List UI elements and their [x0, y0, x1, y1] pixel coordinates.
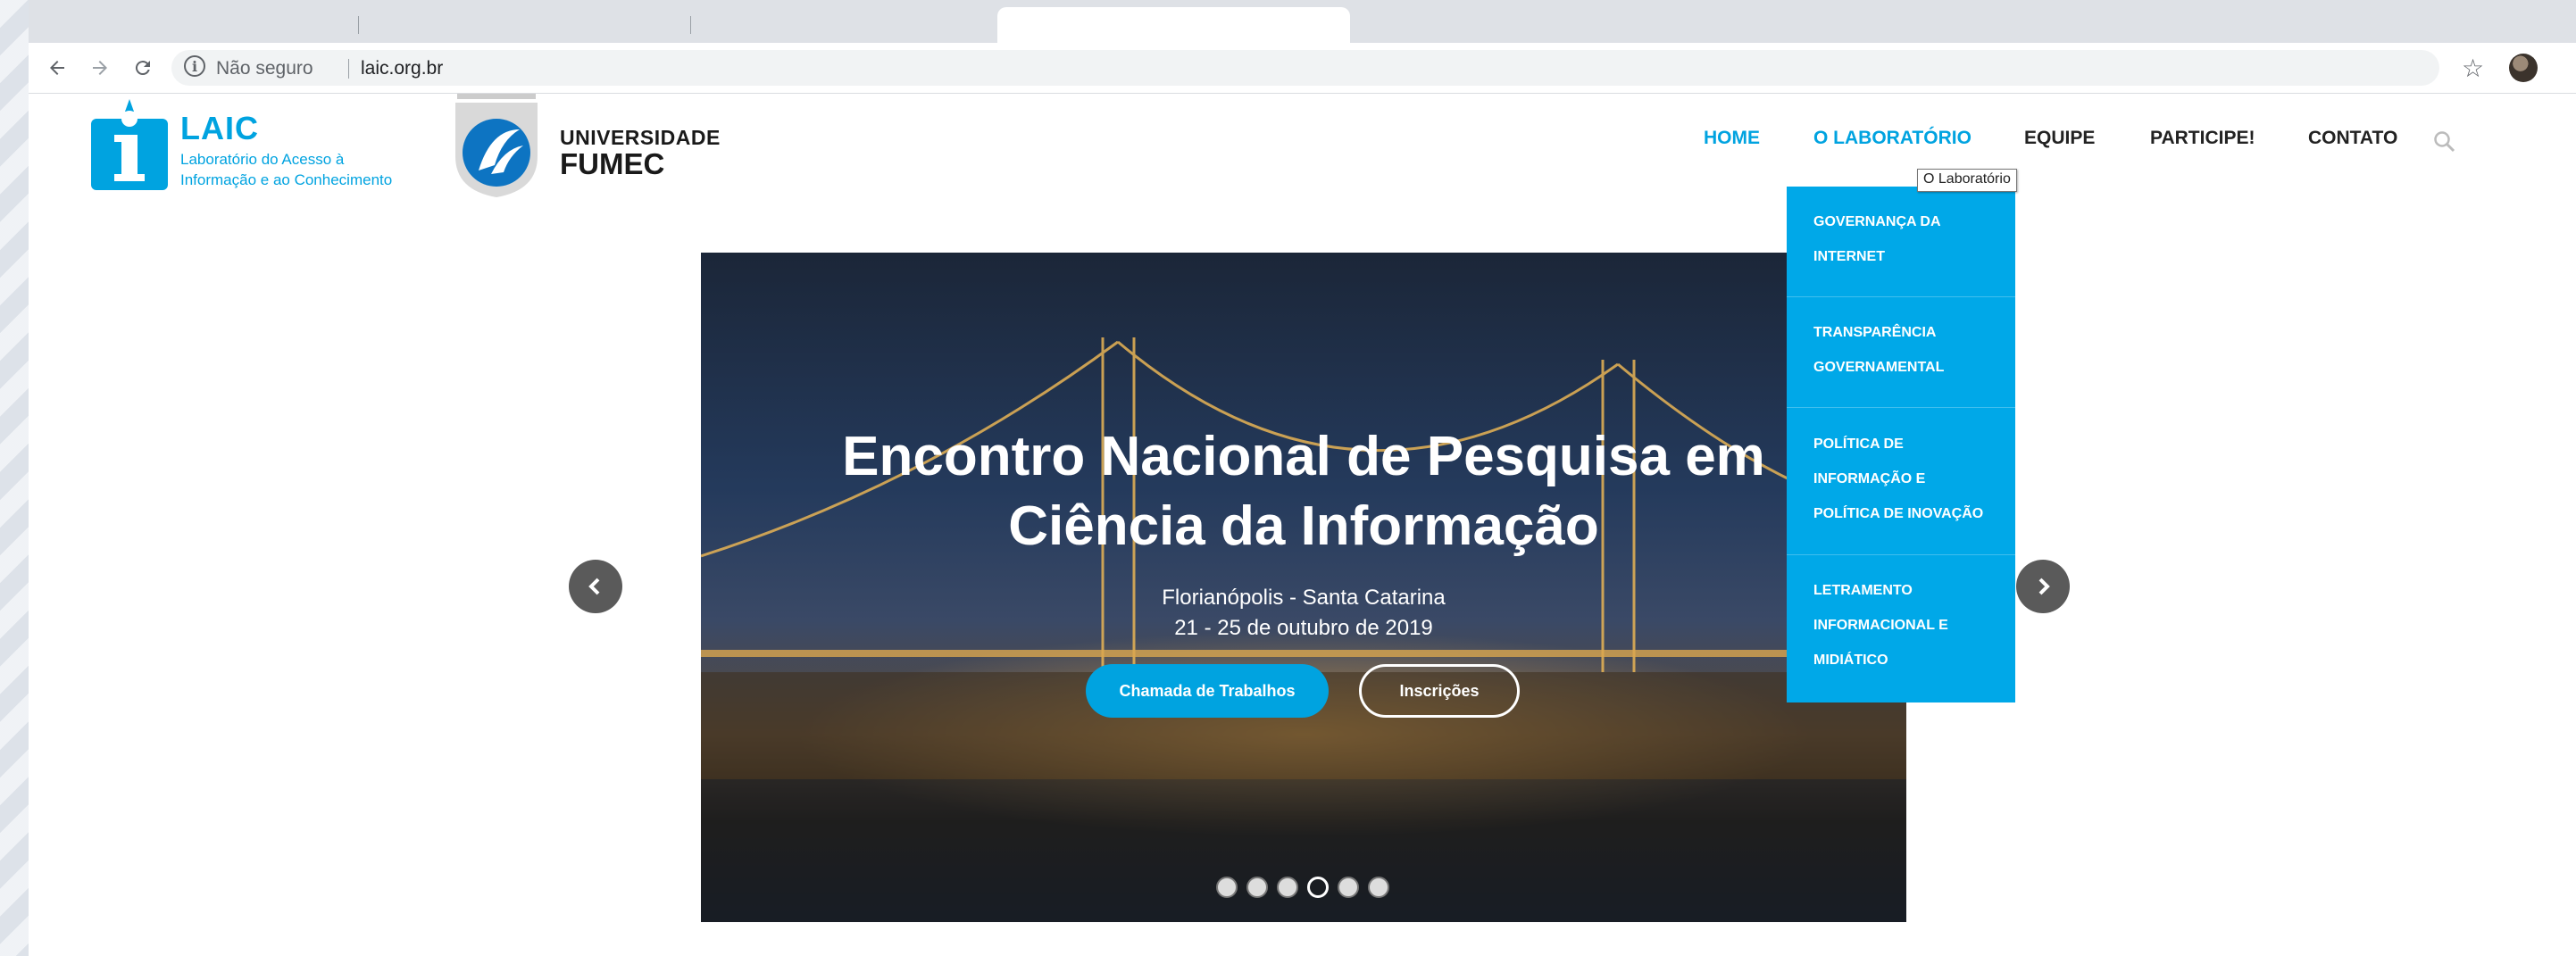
- slider-dot[interactable]: [1277, 877, 1298, 898]
- chevron-right-icon: [2038, 578, 2050, 595]
- security-status: Não seguro: [216, 58, 313, 79]
- chevron-left-icon: [588, 578, 600, 595]
- forward-icon[interactable]: [84, 52, 116, 84]
- logo-subtitle: Informação e ao Conhecimento: [180, 171, 393, 188]
- nav-home[interactable]: HOME: [1704, 128, 1760, 149]
- laic-logo[interactable]: [89, 99, 170, 192]
- hero-slider: Encontro Nacional de Pesquisa em Ciência…: [701, 253, 1906, 922]
- dropdown-item-politica[interactable]: POLÍTICA DE INFORMAÇÃO E POLÍTICA DE INO…: [1787, 427, 2015, 555]
- nav-participe[interactable]: PARTICIPE!: [2150, 128, 2255, 149]
- info-icon[interactable]: i: [184, 55, 205, 77]
- tab-strip: [29, 0, 2576, 43]
- slide-location: Florianópolis - Santa Catarina: [1162, 586, 1446, 610]
- menu-icon[interactable]: ⋮: [2567, 54, 2576, 81]
- slide-title: Encontro Nacional de Pesquisa em: [842, 426, 1765, 487]
- browser-tab-active[interactable]: [997, 7, 1350, 43]
- browser-toolbar: i Não seguro laic.org.br ☆ ⋮: [29, 43, 2576, 94]
- slider-prev-button[interactable]: [569, 560, 622, 613]
- search-icon[interactable]: [2432, 129, 2455, 153]
- fumec-logo[interactable]: [452, 94, 541, 197]
- slider-pagination: [1216, 877, 1389, 898]
- url-text[interactable]: laic.org.br: [361, 58, 443, 79]
- slider-dot[interactable]: [1338, 877, 1359, 898]
- slider-next-button[interactable]: [2016, 560, 2070, 613]
- slider-dot-active[interactable]: [1307, 877, 1329, 898]
- divider: [348, 59, 349, 79]
- reload-icon[interactable]: [127, 52, 159, 84]
- nav-equipe[interactable]: EQUIPE: [2024, 128, 2095, 149]
- fumec-name-line2: FUMEC: [560, 147, 665, 180]
- fumec-name-line1: UNIVERSIDADE: [560, 126, 721, 149]
- browser-window: i Não seguro laic.org.br ☆ ⋮ LAIC Labora…: [29, 0, 2576, 956]
- browser-tab[interactable]: [29, 7, 359, 43]
- slide-title: Ciência da Informação: [1008, 495, 1599, 557]
- logo-title: LAIC: [180, 110, 259, 146]
- slide-dates: 21 - 25 de outubro de 2019: [1174, 616, 1433, 640]
- web-page: LAIC Laboratório do Acesso à Informação …: [29, 94, 2576, 956]
- address-bar[interactable]: i Não seguro laic.org.br: [171, 50, 2439, 86]
- nav-laboratorio[interactable]: O LABORATÓRIO: [1813, 128, 1972, 149]
- logo-subtitle: Laboratório do Acesso à: [180, 151, 345, 168]
- back-icon[interactable]: [41, 52, 73, 84]
- registration-button[interactable]: Inscrições: [1359, 664, 1520, 718]
- dropdown-item-letramento[interactable]: LETRAMENTO INFORMACIONAL E MIDIÁTICO: [1787, 573, 2015, 689]
- nav-contato[interactable]: CONTATO: [2308, 128, 2397, 149]
- browser-tab[interactable]: [693, 7, 1023, 43]
- slider-dot[interactable]: [1368, 877, 1389, 898]
- slider-dot[interactable]: [1216, 877, 1238, 898]
- dropdown-item-governanca[interactable]: GOVERNANÇA DA INTERNET: [1787, 204, 2015, 297]
- avatar[interactable]: [2509, 54, 2538, 82]
- dropdown-item-transparencia[interactable]: TRANSPARÊNCIA GOVERNAMENTAL: [1787, 315, 2015, 408]
- slider-dot[interactable]: [1246, 877, 1268, 898]
- star-icon[interactable]: ☆: [2462, 54, 2484, 83]
- browser-tab[interactable]: [361, 7, 691, 43]
- laboratorio-dropdown: GOVERNANÇA DA INTERNET TRANSPARÊNCIA GOV…: [1787, 187, 2015, 702]
- tooltip: O Laboratório: [1917, 169, 2017, 192]
- call-for-papers-button[interactable]: Chamada de Trabalhos: [1086, 664, 1329, 718]
